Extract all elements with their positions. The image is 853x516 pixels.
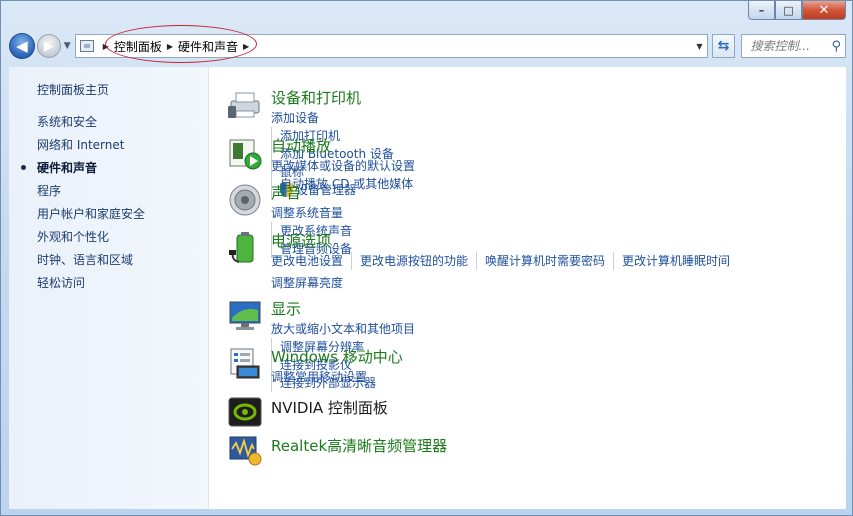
sidebar: 控制面板主页 系统和安全 网络和 Internet 硬件和声音 程序 用户帐户和… bbox=[9, 67, 209, 509]
address-bar[interactable]: ▶ 控制面板 ▶ 硬件和声音 ▶ ▼ bbox=[74, 34, 708, 58]
section-title-devices-printers[interactable]: 设备和打印机 bbox=[271, 87, 361, 108]
sidebar-item-network[interactable]: 网络和 Internet bbox=[37, 136, 145, 159]
section-title-autoplay[interactable]: 自动播放 bbox=[271, 135, 331, 156]
maximize-button[interactable]: □ bbox=[775, 1, 802, 20]
forward-button[interactable]: ▶ bbox=[36, 34, 61, 58]
section-title-power[interactable]: 电源选项 bbox=[271, 230, 331, 251]
nvidia-icon bbox=[228, 397, 262, 427]
search-input[interactable] bbox=[750, 39, 823, 53]
mobility-center-icon bbox=[230, 348, 260, 379]
chevron-right-icon[interactable]: ▶ bbox=[103, 42, 109, 51]
section-title-mobility-center[interactable]: Windows 移动中心 bbox=[271, 346, 403, 367]
arrow-left-icon: ◀ bbox=[16, 37, 28, 55]
search-box[interactable]: ⚲ bbox=[741, 34, 846, 58]
link-sleep-time[interactable]: 更改计算机睡眠时间 bbox=[613, 252, 738, 270]
link-power-button[interactable]: 更改电源按钮的功能 bbox=[351, 252, 476, 270]
autoplay-icon bbox=[229, 139, 262, 170]
sidebar-item-hardware-sound[interactable]: 硬件和声音 bbox=[20, 159, 145, 182]
link-text-size[interactable]: 放大或缩小文本和其他项目 bbox=[271, 320, 423, 338]
battery-icon bbox=[229, 232, 254, 263]
section-links-mobility-center: 调整常用移动设置 bbox=[271, 368, 375, 386]
speaker-icon bbox=[229, 184, 261, 216]
refresh-button[interactable]: ⇆ bbox=[711, 34, 736, 58]
back-button[interactable]: ◀ bbox=[9, 33, 35, 59]
sidebar-home-link[interactable]: 控制面板主页 bbox=[37, 81, 109, 98]
realtek-audio-icon bbox=[229, 436, 262, 466]
sidebar-list: 系统和安全 网络和 Internet 硬件和声音 程序 用户帐户和家庭安全 外观… bbox=[20, 113, 145, 297]
breadcrumb-control-panel[interactable]: 控制面板 bbox=[114, 38, 162, 55]
chevron-right-icon[interactable]: ▶ bbox=[243, 42, 249, 51]
section-title-realtek[interactable]: Realtek高清晰音频管理器 bbox=[271, 435, 447, 456]
link-screen-brightness[interactable]: 调整屏幕亮度 bbox=[271, 274, 351, 292]
sidebar-item-appearance[interactable]: 外观和个性化 bbox=[37, 228, 145, 251]
minimize-button[interactable]: – bbox=[748, 1, 775, 20]
printer-icon bbox=[228, 92, 260, 118]
close-button[interactable]: ✕ bbox=[802, 1, 846, 20]
arrow-right-icon: ▶ bbox=[43, 38, 54, 54]
caption-buttons: – □ ✕ bbox=[748, 1, 846, 21]
link-adjust-volume[interactable]: 调整系统音量 bbox=[271, 204, 351, 222]
sidebar-item-clock-language[interactable]: 时钟、语言和区域 bbox=[37, 251, 145, 274]
chevron-down-icon: ▼ bbox=[696, 41, 703, 51]
display-icon bbox=[229, 301, 261, 330]
link-battery-settings[interactable]: 更改电池设置 bbox=[271, 252, 351, 270]
sidebar-item-system-security[interactable]: 系统和安全 bbox=[37, 113, 145, 136]
breadcrumb-hardware-sound[interactable]: 硬件和声音 bbox=[178, 38, 238, 55]
search-icon[interactable]: ⚲ bbox=[831, 39, 841, 54]
section-links-power: 更改电池设置 更改电源按钮的功能 唤醒计算机时需要密码 更改计算机睡眠时间 调整… bbox=[271, 252, 771, 292]
chevron-right-icon[interactable]: ▶ bbox=[167, 42, 173, 51]
section-title-display[interactable]: 显示 bbox=[271, 298, 301, 319]
recent-pages-dropdown[interactable]: ▼ bbox=[64, 41, 71, 51]
sidebar-item-programs[interactable]: 程序 bbox=[37, 182, 145, 205]
sidebar-item-user-accounts[interactable]: 用户帐户和家庭安全 bbox=[37, 205, 145, 228]
link-mobility-settings[interactable]: 调整常用移动设置 bbox=[271, 368, 375, 386]
section-title-nvidia[interactable]: NVIDIA 控制面板 bbox=[271, 397, 388, 418]
address-dropdown-button[interactable]: ▼ bbox=[696, 35, 702, 57]
sidebar-item-ease-of-access[interactable]: 轻松访问 bbox=[37, 274, 145, 297]
link-wake-password[interactable]: 唤醒计算机时需要密码 bbox=[476, 252, 613, 270]
link-add-device[interactable]: 添加设备 bbox=[271, 109, 327, 127]
link-change-default-media[interactable]: 更改媒体或设备的默认设置 bbox=[271, 157, 423, 175]
control-panel-icon bbox=[76, 40, 98, 52]
refresh-icon: ⇆ bbox=[717, 38, 730, 54]
main-content: 设备和打印机 添加设备 添加打印机 添加 Bluetooth 设备 鼠标 设备管… bbox=[209, 67, 846, 509]
window-frame: – □ ✕ ◀ ▶ ▼ ▶ 控制面板 ▶ 硬件和声音 ▶ ▼ ⇆ ⚲ bbox=[0, 0, 853, 516]
navigation-bar: ◀ ▶ ▼ ▶ 控制面板 ▶ 硬件和声音 ▶ ▼ ⇆ ⚲ bbox=[9, 31, 846, 61]
section-title-sound[interactable]: 声音 bbox=[271, 182, 301, 203]
